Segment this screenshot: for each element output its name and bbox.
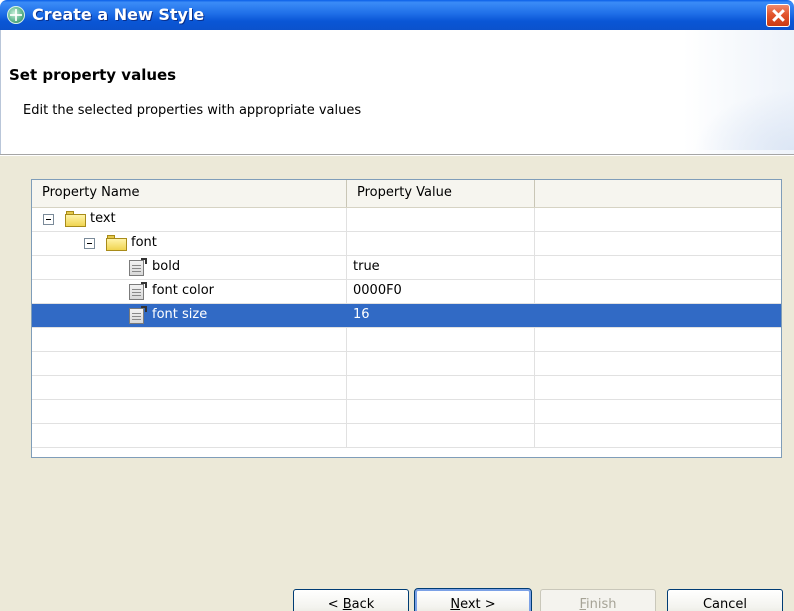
close-button[interactable] — [766, 4, 790, 27]
empty-cell — [347, 328, 535, 351]
back-button-prefix: < — [327, 597, 343, 611]
property-icon — [129, 306, 147, 324]
property-table[interactable]: Property Name Property Value text font b… — [31, 179, 782, 458]
back-button[interactable]: < Back — [293, 589, 409, 611]
folder-icon — [65, 211, 86, 227]
table-row[interactable]: font — [32, 232, 781, 256]
column-header-property-value[interactable]: Property Value — [347, 180, 535, 207]
empty-cell — [535, 304, 781, 327]
empty-cell — [347, 352, 535, 375]
property-value-cell[interactable] — [347, 232, 535, 255]
app-globe-icon — [7, 6, 25, 24]
table-row[interactable]: bold true — [32, 256, 781, 280]
empty-cell — [347, 424, 535, 447]
empty-cell — [535, 256, 781, 279]
property-value-cell[interactable]: 16 — [347, 304, 535, 327]
page-title: Set property values — [9, 66, 177, 84]
property-name: text — [90, 211, 116, 226]
title-bar: Create a New Style — [0, 0, 794, 30]
dialog-content: Property Name Property Value text font b… — [0, 156, 794, 611]
property-value-cell[interactable]: true — [347, 256, 535, 279]
empty-cell — [535, 232, 781, 255]
empty-cell — [32, 400, 347, 423]
property-value-cell[interactable]: 0000F0 — [347, 280, 535, 303]
empty-row — [32, 328, 781, 352]
property-name-cell: bold — [32, 256, 347, 279]
header-decoration — [694, 90, 794, 150]
table-header: Property Name Property Value — [32, 180, 781, 208]
next-button-mnemonic: N — [450, 597, 461, 611]
property-icon — [129, 258, 147, 276]
property-name-cell: text — [32, 208, 347, 231]
cancel-button-label: Cancel — [702, 597, 748, 611]
property-name-cell: font color — [32, 280, 347, 303]
property-name-cell: font — [32, 232, 347, 255]
empty-cell — [32, 352, 347, 375]
empty-cell — [32, 376, 347, 399]
empty-row — [32, 376, 781, 400]
property-name: font color — [152, 283, 215, 298]
collapse-toggle-icon[interactable] — [84, 238, 95, 249]
empty-cell — [32, 424, 347, 447]
next-button-label: ext > — [460, 597, 496, 611]
folder-icon — [106, 235, 127, 251]
page-description: Edit the selected properties with approp… — [23, 103, 362, 118]
finish-button[interactable]: Finish — [540, 589, 656, 611]
empty-cell — [535, 208, 781, 231]
window-title: Create a New Style — [32, 5, 205, 24]
property-name-cell: font size — [32, 304, 347, 327]
empty-cell — [32, 328, 347, 351]
cancel-button[interactable]: Cancel — [667, 589, 783, 611]
empty-cell — [347, 376, 535, 399]
empty-row — [32, 352, 781, 376]
collapse-toggle-icon[interactable] — [43, 214, 54, 225]
empty-cell — [535, 280, 781, 303]
back-button-mnemonic: B — [342, 597, 352, 611]
column-header-empty[interactable] — [535, 180, 781, 207]
column-header-property-name[interactable]: Property Name — [32, 180, 347, 207]
property-value-cell[interactable] — [347, 208, 535, 231]
property-icon — [129, 282, 147, 300]
next-button[interactable]: Next > — [414, 588, 532, 611]
finish-button-label: inish — [586, 597, 617, 611]
table-row[interactable]: font color 0000F0 — [32, 280, 781, 304]
property-name: font — [131, 235, 157, 250]
property-name: bold — [152, 259, 181, 274]
wizard-header: Set property values Edit the selected pr… — [0, 30, 794, 154]
empty-row — [32, 400, 781, 424]
table-row-selected[interactable]: font size 16 — [32, 304, 781, 328]
empty-cell — [347, 400, 535, 423]
table-row[interactable]: text — [32, 208, 781, 232]
back-button-label: ack — [351, 597, 375, 611]
property-name: font size — [152, 307, 208, 322]
empty-row — [32, 424, 781, 448]
